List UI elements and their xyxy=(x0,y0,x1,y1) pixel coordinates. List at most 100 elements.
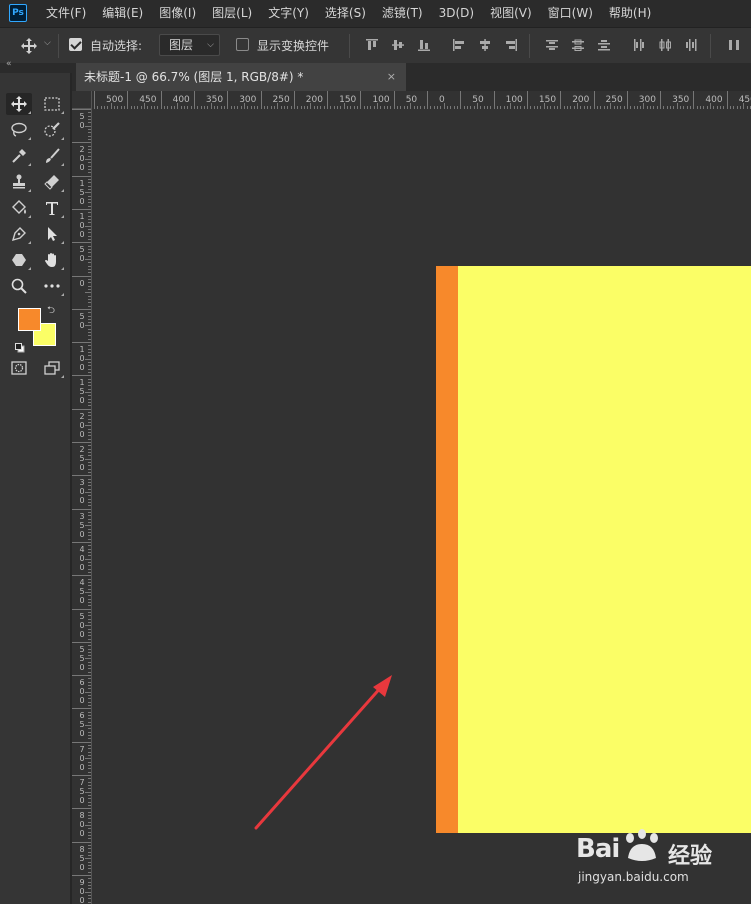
move-tool-preset-icon[interactable] xyxy=(20,37,38,55)
ruler-tick xyxy=(88,718,91,720)
ruler-top-label: 200 xyxy=(572,95,590,105)
ruler-tick xyxy=(88,894,91,896)
paint-bucket-tool[interactable] xyxy=(6,197,32,219)
menu-3d[interactable]: 3D(D) xyxy=(431,0,482,27)
ruler-tick xyxy=(88,152,91,154)
ruler-top-label: 50 xyxy=(405,95,418,105)
ruler-tick xyxy=(88,551,91,553)
ruler-tick xyxy=(88,705,91,707)
ruler-tick xyxy=(560,91,562,109)
eraser-tool[interactable] xyxy=(39,171,65,193)
ruler-tick xyxy=(88,262,91,264)
toolbox: ⮌ xyxy=(0,73,72,904)
quick-select-tool[interactable] xyxy=(39,119,65,141)
shape-tool[interactable] xyxy=(6,249,32,271)
ruler-tick xyxy=(88,472,91,473)
menu-window[interactable]: 窗口(W) xyxy=(540,0,601,27)
menu-view[interactable]: 视图(V) xyxy=(482,0,540,27)
auto-select-target-dropdown[interactable]: 图层 ⌵ xyxy=(159,34,220,56)
canvas-area[interactable] xyxy=(92,109,751,904)
ruler-tick xyxy=(88,628,91,630)
ruler-left-label: 5 0 xyxy=(79,112,85,130)
swap-colors-icon[interactable]: ⮌ xyxy=(47,303,55,320)
menu-edit[interactable]: 编辑(E) xyxy=(94,0,151,27)
ruler-tick xyxy=(88,172,91,174)
ruler-tick xyxy=(88,245,91,247)
menu-layer[interactable]: 图层(L) xyxy=(204,0,260,27)
ruler-tick xyxy=(88,735,91,736)
menu-help[interactable]: 帮助(H) xyxy=(601,0,659,27)
photoshop-logo: Ps xyxy=(9,4,27,22)
default-colors-icon[interactable] xyxy=(15,338,25,353)
ruler-tick xyxy=(88,218,91,220)
hand-icon xyxy=(45,253,56,267)
distribute-right-icon[interactable] xyxy=(684,38,698,52)
distribute-spacing-icon[interactable] xyxy=(727,38,741,52)
ruler-left-label: 7 0 0 xyxy=(79,744,85,772)
ruler-tick xyxy=(88,545,91,547)
stamp-tool[interactable] xyxy=(6,171,32,193)
marquee-tool[interactable] xyxy=(39,93,65,115)
ruler-tick xyxy=(88,248,91,250)
show-transform-controls-checkbox[interactable] xyxy=(236,38,249,51)
ruler-tick xyxy=(88,568,91,570)
ruler-tick xyxy=(593,91,595,109)
align-bottom-edges-icon[interactable] xyxy=(417,38,431,52)
ruler-tick xyxy=(88,129,91,130)
align-vertical-centers-icon[interactable] xyxy=(391,38,405,52)
distribute-bottom-icon[interactable] xyxy=(597,38,611,52)
ruler-tick xyxy=(88,365,91,367)
horizontal-ruler[interactable]: 500 450 400 350 300 250 200 150 100 50 0 50 100 150 20… xyxy=(92,91,751,110)
move-tool[interactable] xyxy=(6,93,32,115)
ruler-tick xyxy=(72,841,91,843)
ruler-tick xyxy=(88,655,91,657)
eyedropper-tool[interactable] xyxy=(6,145,32,167)
ruler-tick xyxy=(88,415,91,417)
menu-select[interactable]: 选择(S) xyxy=(317,0,374,27)
ruler-tick xyxy=(726,91,728,109)
menu-file[interactable]: 文件(F) xyxy=(38,0,94,27)
quick-mask-icon xyxy=(11,361,27,375)
align-right-edges-icon[interactable] xyxy=(504,38,518,52)
ruler-origin[interactable] xyxy=(72,91,92,109)
lasso-tool[interactable] xyxy=(6,119,32,141)
align-left-edges-icon[interactable] xyxy=(452,38,466,52)
distribute-vertical-centers-icon[interactable] xyxy=(571,38,585,52)
ruler-tick xyxy=(88,432,91,433)
zoom-tool[interactable] xyxy=(6,275,32,297)
foreground-color-swatch[interactable] xyxy=(18,308,41,331)
quick-mask-button[interactable] xyxy=(6,357,32,379)
ruler-tick xyxy=(88,598,91,600)
distribute-horizontal-centers-icon[interactable] xyxy=(658,38,672,52)
pen-tool[interactable] xyxy=(6,223,32,245)
ruler-tick xyxy=(88,848,91,850)
menu-type[interactable]: 文字(Y) xyxy=(260,0,317,27)
more-tools[interactable] xyxy=(39,275,65,297)
ruler-tick xyxy=(88,149,91,150)
ruler-tick xyxy=(88,168,91,170)
preset-dropdown-chevron-icon[interactable]: ⌵ xyxy=(44,38,51,48)
align-horizontal-centers-icon[interactable] xyxy=(478,38,492,52)
ruler-tick xyxy=(88,618,91,620)
close-tab-icon[interactable]: × xyxy=(387,63,396,91)
document-tab[interactable]: 未标题-1 @ 66.7% (图层 1, RGB/8#) * × xyxy=(76,63,406,91)
tool-group-indicator xyxy=(61,375,64,378)
ruler-left-label: 3 0 0 xyxy=(79,478,85,506)
ruler-tick xyxy=(72,874,91,876)
ruler-tick xyxy=(127,91,129,109)
vertical-ruler[interactable]: 5 0 2 0 0 1 5 0 1 0 0 5 0 0 5 0 1 0 0 1 5 0 2 0 0… xyxy=(72,109,92,904)
ruler-tick xyxy=(88,765,91,766)
screen-mode-button[interactable] xyxy=(39,357,65,379)
align-top-edges-icon[interactable] xyxy=(365,38,379,52)
distribute-left-icon[interactable] xyxy=(632,38,646,52)
distribute-top-icon[interactable] xyxy=(545,38,559,52)
type-tool[interactable] xyxy=(39,197,65,219)
ruler-left-label: 5 0 xyxy=(79,245,85,264)
hand-tool[interactable] xyxy=(39,249,65,271)
auto-select-checkbox[interactable] xyxy=(69,38,82,51)
brush-tool[interactable] xyxy=(39,145,65,167)
collapse-panel-icon[interactable]: « xyxy=(6,59,12,69)
path-select-tool[interactable] xyxy=(39,223,65,245)
menu-filter[interactable]: 滤镜(T) xyxy=(374,0,431,27)
menu-image[interactable]: 图像(I) xyxy=(151,0,204,27)
